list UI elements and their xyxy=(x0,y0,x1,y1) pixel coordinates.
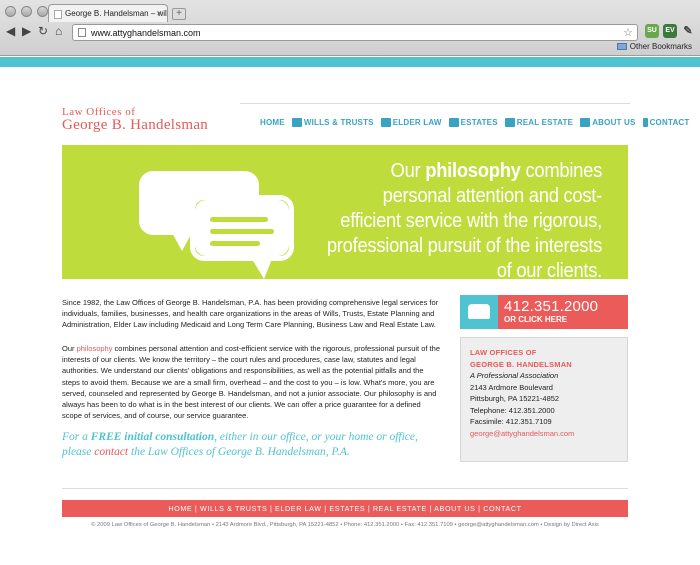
nav-label: WILLS & TRUSTS xyxy=(303,118,374,127)
card-fax: Facsimile: 412.351.7109 xyxy=(470,417,552,426)
logo-line-2: George B. Handelsman xyxy=(62,117,209,133)
card-association: A Professional Association xyxy=(470,371,559,380)
card-telephone: Telephone: 412.351.2000 xyxy=(470,405,555,415)
speech-bubble-inner xyxy=(195,200,289,256)
nav-about-us[interactable]: ABOUT US xyxy=(580,118,635,127)
philosophy-highlight: philosophy xyxy=(76,344,113,353)
building-icon xyxy=(504,118,515,127)
nav-elder-law[interactable]: ELDER LAW xyxy=(380,118,442,127)
page-icon xyxy=(54,10,62,19)
hero-headline: Our philosophy combines personal attenti… xyxy=(326,159,602,279)
cta-text: For a xyxy=(62,431,91,443)
zoom-window-button[interactable] xyxy=(37,6,48,17)
wrench-icon[interactable]: ✎ xyxy=(681,24,695,38)
nav-label: ELDER LAW xyxy=(392,118,442,127)
bookmark-star-icon[interactable]: ☆ xyxy=(623,26,633,39)
philosophy-paragraph: Our philosophy combines personal attenti… xyxy=(62,343,440,421)
phone-callout-button[interactable]: 412.351.2000 OR CLICK HERE xyxy=(460,295,628,329)
nav-label: CONTACT xyxy=(649,118,690,127)
navigation-bar: ◀ ▶ ↻ ⌂ www.attyghandelsman.com ☆ xyxy=(0,22,700,42)
address-bar[interactable]: www.attyghandelsman.com ☆ xyxy=(72,24,638,41)
header-divider xyxy=(240,103,630,104)
tab-title: George B. Handelsman – will xyxy=(65,9,168,18)
card-email-link[interactable]: george@attyghandelsman.com xyxy=(470,428,627,440)
browser-tab[interactable]: George B. Handelsman – will × xyxy=(48,4,168,22)
bubble-line xyxy=(210,217,268,222)
gavel-icon xyxy=(448,118,459,127)
briefcase-icon xyxy=(380,118,391,127)
click-here-label: OR CLICK HERE xyxy=(504,315,568,324)
hero-banner: Our philosophy combines personal attenti… xyxy=(62,145,628,279)
nav-label: ABOUT US xyxy=(592,118,636,127)
phone-icon xyxy=(642,118,648,127)
forward-arrow-icon[interactable]: ▶ xyxy=(22,25,31,37)
nav-label: ESTATES xyxy=(460,118,498,127)
contact-link[interactable]: contact xyxy=(94,446,128,458)
page-icon xyxy=(78,28,86,37)
phone-number: 412.351.2000 xyxy=(504,298,599,315)
new-tab-button[interactable]: + xyxy=(172,8,186,20)
reload-icon[interactable]: ↻ xyxy=(38,25,48,37)
nav-home[interactable]: HOME xyxy=(260,118,285,127)
contact-card: LAW OFFICES OF GEORGE B. HANDELSMAN A Pr… xyxy=(460,337,628,462)
close-tab-icon[interactable]: × xyxy=(157,8,162,18)
card-title-line-1: LAW OFFICES OF xyxy=(470,348,537,357)
evernote-extension-icon[interactable]: EV xyxy=(663,24,677,38)
speech-bubble-tail xyxy=(252,259,272,279)
card-title-line-2: GEORGE B. HANDELSMAN xyxy=(470,359,572,369)
url-text: www.attyghandelsman.com xyxy=(91,28,201,38)
main-nav: HOME WILLS & TRUSTS ELDER LAW ESTATES RE… xyxy=(260,118,690,127)
home-icon[interactable]: ⌂ xyxy=(55,25,62,37)
consultation-cta: For a FREE initial consultation, either … xyxy=(62,430,440,460)
folder-icon xyxy=(616,43,627,50)
bubble-line xyxy=(210,241,260,246)
card-address-1: 2143 Ardmore Boulevard xyxy=(470,382,553,392)
nav-estates[interactable]: ESTATES xyxy=(448,118,498,127)
cta-text: the Law Offices of George B. Handelsman,… xyxy=(128,446,350,458)
minimize-window-button[interactable] xyxy=(21,6,32,17)
bubble-line xyxy=(210,229,274,234)
site-logo[interactable]: Law Offices of George B. Handelsman xyxy=(62,106,208,134)
paragraph-text: combines personal attention and cost-eff… xyxy=(62,344,440,421)
intro-paragraph: Since 1982, the Law Offices of George B.… xyxy=(62,298,439,330)
cta-emphasis: FREE initial consultation xyxy=(90,431,215,443)
back-arrow-icon[interactable]: ◀ xyxy=(6,25,15,37)
nav-label: HOME xyxy=(260,118,285,127)
footer-nav[interactable]: HOME | WILLS & TRUSTS | ELDER LAW | ESTA… xyxy=(62,500,628,517)
bank-icon xyxy=(580,118,591,127)
nav-label: REAL ESTATE xyxy=(516,118,574,127)
hero-text: Our xyxy=(390,160,426,182)
browser-chrome: George B. Handelsman – will × + ◀ ▶ ↻ ⌂ … xyxy=(0,0,700,56)
copyright-text: © 2009 Law Offices of George B. Handelsm… xyxy=(91,522,599,528)
top-accent-bar xyxy=(0,57,700,67)
card-address-2: Pittsburgh, PA 15221-4852 xyxy=(470,394,560,403)
close-window-button[interactable] xyxy=(5,6,16,17)
hero-emphasis: philosophy xyxy=(425,160,521,182)
other-bookmarks[interactable]: Other Bookmarks xyxy=(616,42,692,51)
nav-real-estate[interactable]: REAL ESTATE xyxy=(504,118,574,127)
nav-wills-trusts[interactable]: WILLS & TRUSTS xyxy=(291,118,374,127)
stumbleupon-extension-icon[interactable]: SU xyxy=(645,24,659,38)
bookmarks-label: Other Bookmarks xyxy=(629,42,692,51)
telephone-icon xyxy=(468,304,490,319)
phone-icon-box xyxy=(460,295,498,329)
paragraph-text: Our xyxy=(62,344,77,353)
nav-contact[interactable]: CONTACT xyxy=(642,118,690,127)
footer-divider xyxy=(62,488,628,489)
window-controls xyxy=(5,6,48,17)
scroll-icon xyxy=(291,118,302,127)
